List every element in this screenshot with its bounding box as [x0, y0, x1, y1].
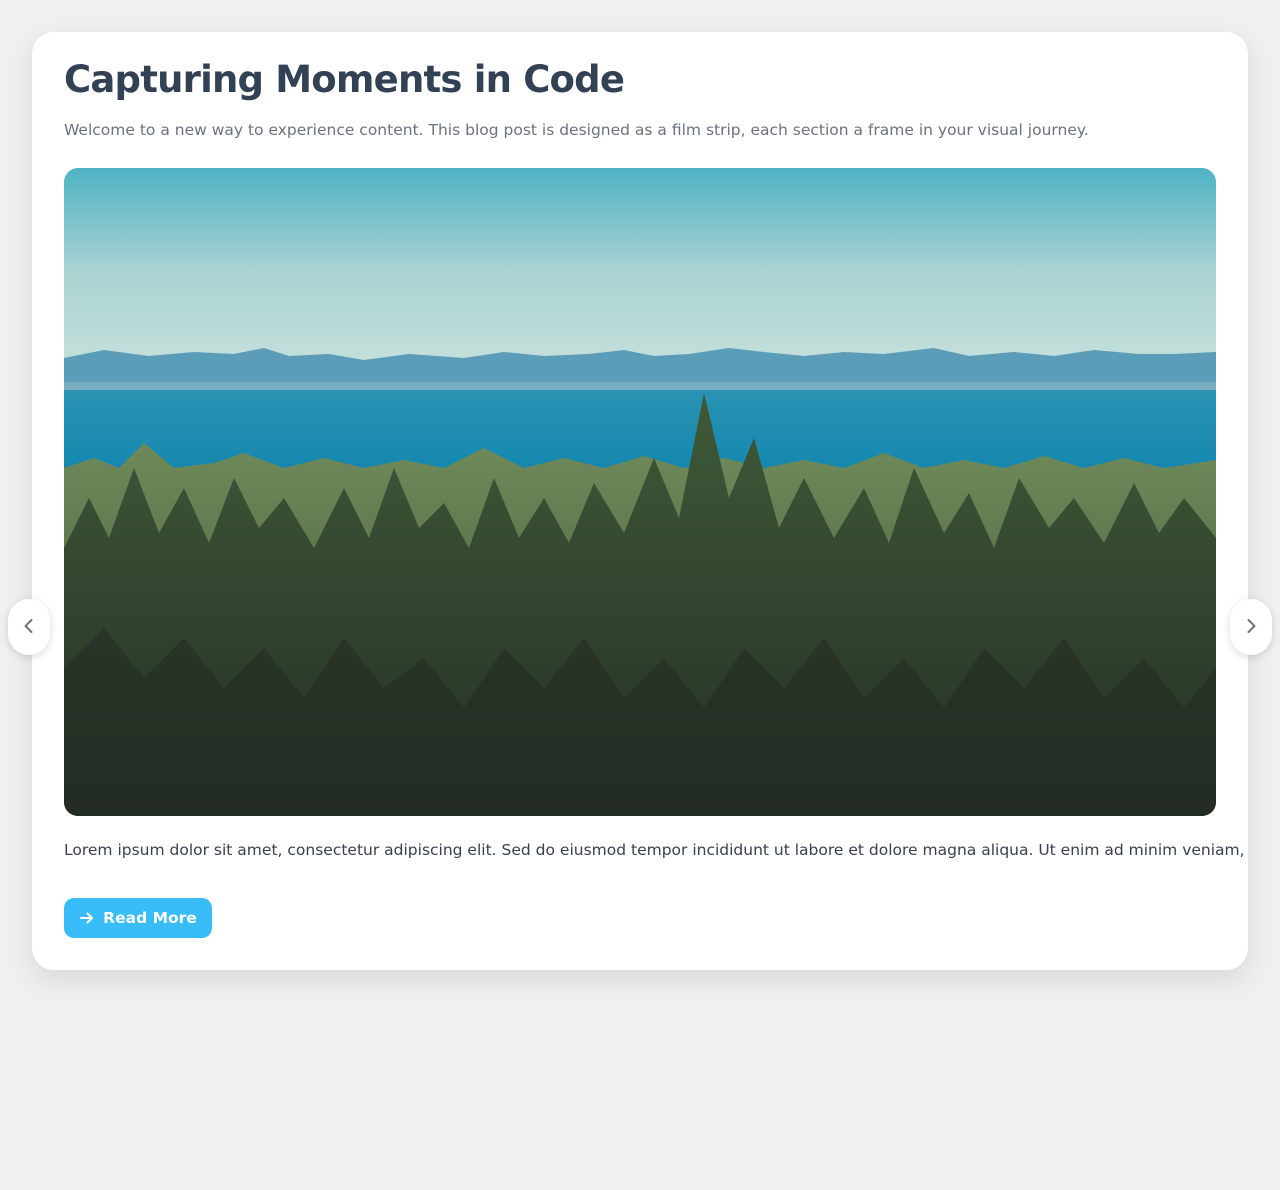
post-body: Lorem ipsum dolor sit amet, consectetur … [64, 841, 1248, 859]
next-frame-button[interactable] [1230, 599, 1272, 655]
post-intro: Welcome to a new way to experience conte… [64, 121, 1089, 139]
post-title: Capturing Moments in Code [64, 58, 625, 101]
post-card: Capturing Moments in Code Welcome to a n… [32, 32, 1248, 970]
read-more-button[interactable]: Read More [64, 898, 212, 938]
arrow-right-icon [79, 910, 95, 926]
chevron-right-icon [1244, 617, 1258, 638]
previous-frame-button[interactable] [8, 599, 50, 655]
chevron-left-icon [22, 617, 36, 638]
read-more-label: Read More [103, 909, 197, 927]
hero-image [64, 168, 1216, 816]
